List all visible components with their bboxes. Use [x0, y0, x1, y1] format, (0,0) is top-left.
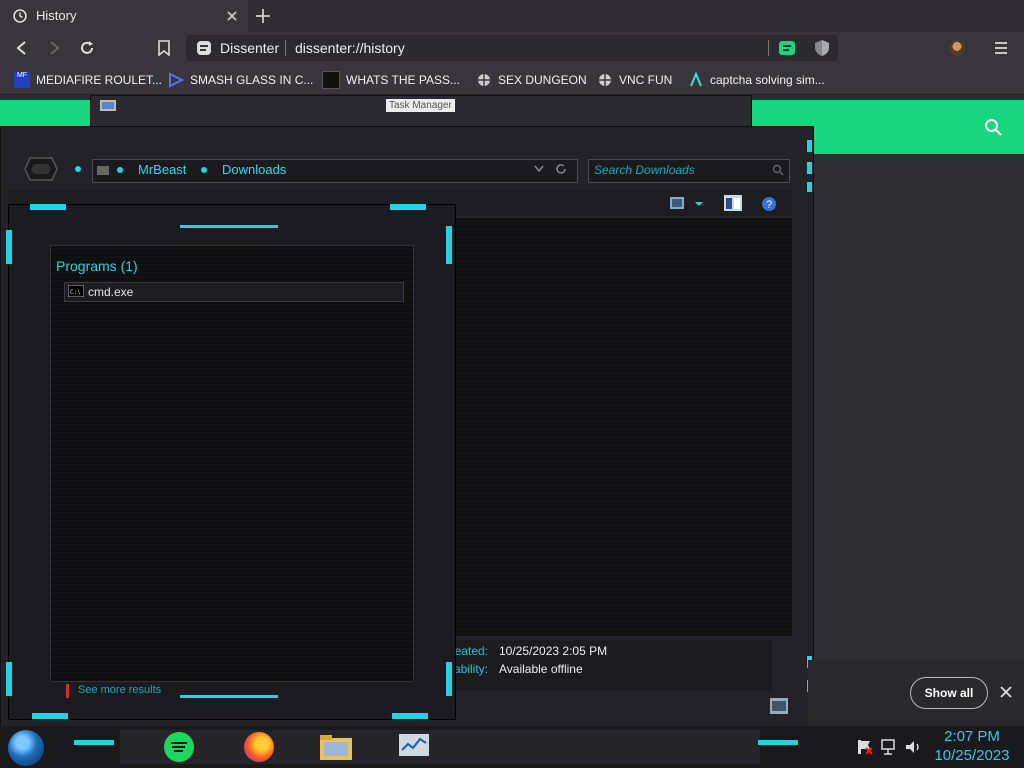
new-tab-icon[interactable] [254, 7, 272, 25]
dot-icon [75, 166, 81, 172]
bookmark-icon[interactable] [157, 40, 171, 56]
explorer-icon[interactable] [318, 732, 354, 762]
firefox-icon[interactable] [244, 732, 274, 762]
bookmark-item[interactable]: captcha solving sim... [688, 70, 825, 90]
shield-icon[interactable] [814, 39, 830, 57]
start-orb-icon[interactable] [8, 730, 44, 766]
refresh-icon[interactable] [554, 162, 568, 176]
bookmark-item[interactable]: WHATS THE PASS... [322, 70, 460, 90]
tab-history[interactable]: History [0, 0, 248, 32]
dot-icon [117, 167, 123, 173]
chevron-down-icon[interactable] [694, 201, 704, 207]
bookmark-item[interactable]: VNC FUN [597, 70, 672, 90]
breadcrumb-mrbeast[interactable]: MrBeast [138, 162, 186, 177]
divider [768, 40, 769, 56]
nav-back-orb[interactable] [24, 156, 58, 182]
lambda-icon [690, 72, 702, 87]
preview-pane-icon[interactable] [724, 195, 742, 211]
bookmark-label: SEX DUNGEON [498, 73, 587, 87]
globe-icon [599, 74, 611, 86]
bookmark-label: MEDIAFIRE ROULET... [36, 73, 163, 87]
help-icon[interactable]: ? [761, 196, 777, 212]
mediafire-icon: MF [14, 72, 30, 88]
volume-icon[interactable] [904, 738, 922, 756]
tooltip: Task Manager [386, 99, 455, 112]
bookmark-item[interactable]: MF MEDIAFIRE ROULET... [14, 70, 162, 90]
window-switch-icon[interactable] [770, 698, 788, 714]
results-group-title: Programs (1) [56, 258, 138, 274]
bookmark-label: captcha solving sim... [710, 73, 825, 87]
bookmark-item[interactable]: SMASH GLASS IN C... [168, 70, 313, 90]
url-text[interactable]: dissenter://history [295, 40, 405, 56]
spotify-lines [171, 742, 187, 752]
taskbar-strip [120, 730, 760, 764]
close-icon[interactable] [1000, 686, 1012, 698]
bookmark-label: SMASH GLASS IN C... [190, 73, 314, 87]
search-placeholder: Search Downloads [594, 163, 695, 177]
show-all-button[interactable]: Show all [910, 677, 988, 709]
clock-date[interactable]: 10/25/2023 [926, 747, 1018, 764]
dot-icon [201, 167, 207, 173]
svg-text:?: ? [766, 199, 772, 211]
site-name: Dissenter [220, 40, 280, 56]
details-pane [448, 640, 772, 690]
bookmark-label: VNC FUN [619, 73, 673, 87]
menu-icon[interactable] [995, 41, 1007, 55]
action-center-flag-icon[interactable] [856, 738, 874, 756]
tab-title: History [36, 8, 77, 23]
bookmark-green-icon[interactable] [778, 39, 796, 57]
chevron-down-icon[interactable] [534, 165, 544, 173]
breadcrumb-downloads[interactable]: Downloads [222, 162, 286, 177]
view-icon[interactable] [670, 197, 684, 209]
cmd-icon: C:\ [68, 285, 84, 297]
avatar[interactable] [949, 40, 965, 56]
globe-icon [478, 74, 490, 86]
reload-icon[interactable] [78, 39, 96, 57]
site-icon [322, 71, 340, 89]
search-icon[interactable] [772, 164, 784, 176]
history-icon [13, 9, 27, 23]
availability-value: Available offline [499, 662, 583, 676]
clock-time[interactable]: 2:07 PM [940, 728, 1004, 745]
file-list[interactable] [448, 218, 792, 636]
svg-text:C:\: C:\ [70, 289, 81, 296]
search-results-panel [50, 245, 414, 682]
flag-icon [66, 684, 69, 698]
close-icon[interactable] [226, 10, 238, 22]
search-icon[interactable] [984, 118, 1002, 136]
address-bar[interactable] [186, 35, 838, 61]
see-more-results-link[interactable]: See more results [78, 684, 161, 696]
taskmgr-small-icon [100, 100, 116, 111]
bookmark-item[interactable]: SEX DUNGEON [476, 70, 587, 90]
forward-icon[interactable] [46, 40, 62, 56]
taskmgr-icon[interactable] [398, 732, 430, 762]
back-icon[interactable] [14, 40, 30, 56]
folder-small-icon [97, 166, 109, 175]
dissenter-icon [197, 41, 211, 55]
network-icon[interactable] [880, 738, 898, 756]
bookmark-label: WHATS THE PASS... [346, 73, 461, 87]
frame-accent [30, 204, 66, 210]
divider [285, 40, 286, 56]
created-value: 10/25/2023 2:05 PM [499, 644, 608, 658]
bracket-icon [169, 72, 184, 88]
result-label: cmd.exe [88, 285, 134, 299]
